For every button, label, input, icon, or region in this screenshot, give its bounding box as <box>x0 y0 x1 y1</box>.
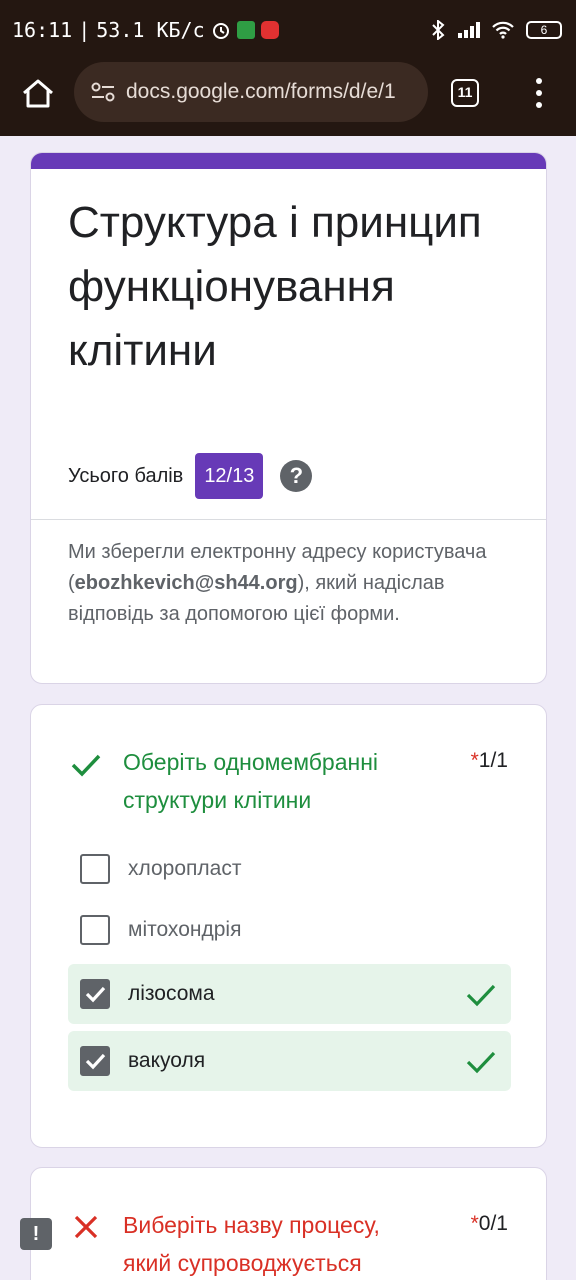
respondent-email: ebozhkevich@sh44.org <box>74 572 298 594</box>
address-bar[interactable]: docs.google.com/forms/d/e/1 <box>74 62 428 122</box>
form-description: Ми зберегли електронну адресу користувач… <box>68 537 508 630</box>
question-card: Оберіть одномембранні структури клітини … <box>30 704 547 1148</box>
bluetooth-icon <box>432 20 445 40</box>
site-settings-icon[interactable] <box>90 81 116 103</box>
required-star: * <box>470 749 479 772</box>
option-lysosome[interactable]: лізосома <box>68 964 511 1024</box>
tab-switcher-button[interactable]: 11 <box>451 79 479 107</box>
option-vacuole[interactable]: вакуоля <box>68 1031 511 1091</box>
total-score-badge: 12/13 <box>195 453 264 499</box>
browser-toolbar: docs.google.com/forms/d/e/1 11 <box>0 62 576 136</box>
option-label: вакуоля <box>128 1049 206 1072</box>
walking-app-icon <box>236 21 255 39</box>
question-score: *0/1 <box>471 1212 508 1236</box>
status-left: 16:11 | 53.1 КБ/с <box>12 18 279 42</box>
signal-icon <box>458 22 480 38</box>
correct-answer-icon <box>466 984 496 1007</box>
total-score-label: Усього балів <box>68 464 184 487</box>
more-options-icon[interactable] <box>533 78 545 108</box>
question-points: 1/1 <box>478 749 508 772</box>
question-points: 0/1 <box>478 1212 508 1235</box>
incorrect-cross-icon <box>74 1215 98 1239</box>
total-score-row: Усього балів 12/13 ? <box>68 453 313 499</box>
required-star: * <box>470 1212 479 1235</box>
alarm-icon <box>212 23 229 39</box>
form-header-card: Структура і принцип функціонування кліти… <box>30 152 547 684</box>
question-text: Виберіть назву процесу, який супроводжує… <box>123 1212 380 1276</box>
form-accent-bar <box>31 153 546 169</box>
battery-icon: 6 <box>526 21 562 39</box>
option-label: хлоропласт <box>128 857 242 880</box>
report-feedback-icon[interactable]: ! <box>20 1218 52 1250</box>
question-score: *1/1 <box>471 749 508 773</box>
status-bar: 16:11 | 53.1 КБ/с 6 <box>0 0 576 62</box>
home-icon[interactable] <box>18 74 58 114</box>
question-card: Виберіть назву процесу, який супроводжує… <box>30 1167 547 1280</box>
option-chloroplast[interactable]: хлоропласт <box>68 839 511 899</box>
correct-check-icon <box>71 754 101 777</box>
divider <box>31 519 546 520</box>
url-text: docs.google.com/forms/d/e/1 <box>126 80 396 103</box>
checkbox-unchecked[interactable] <box>80 854 110 884</box>
checkmark-icon <box>85 986 106 1003</box>
option-mitochondria[interactable]: мітохондрія <box>68 900 511 960</box>
status-right: 6 <box>430 20 562 40</box>
help-icon[interactable]: ? <box>280 460 313 492</box>
question-text: Оберіть одномембранні структури клітини <box>123 749 379 813</box>
status-time: 16:11 <box>12 18 73 42</box>
checkbox-checked[interactable] <box>80 1046 110 1076</box>
status-separator: | <box>78 18 91 42</box>
checkbox-unchecked[interactable] <box>80 915 110 945</box>
network-speed: 53.1 КБ/с <box>96 18 205 42</box>
checkbox-checked[interactable] <box>80 979 110 1009</box>
checkmark-icon <box>85 1053 106 1070</box>
youtube-icon <box>260 21 279 39</box>
wifi-icon <box>492 21 514 39</box>
option-label: мітохондрія <box>128 918 242 941</box>
form-title: Структура і принцип функціонування кліти… <box>68 198 482 375</box>
correct-answer-icon <box>466 1051 496 1074</box>
option-label: лізосома <box>128 982 215 1005</box>
